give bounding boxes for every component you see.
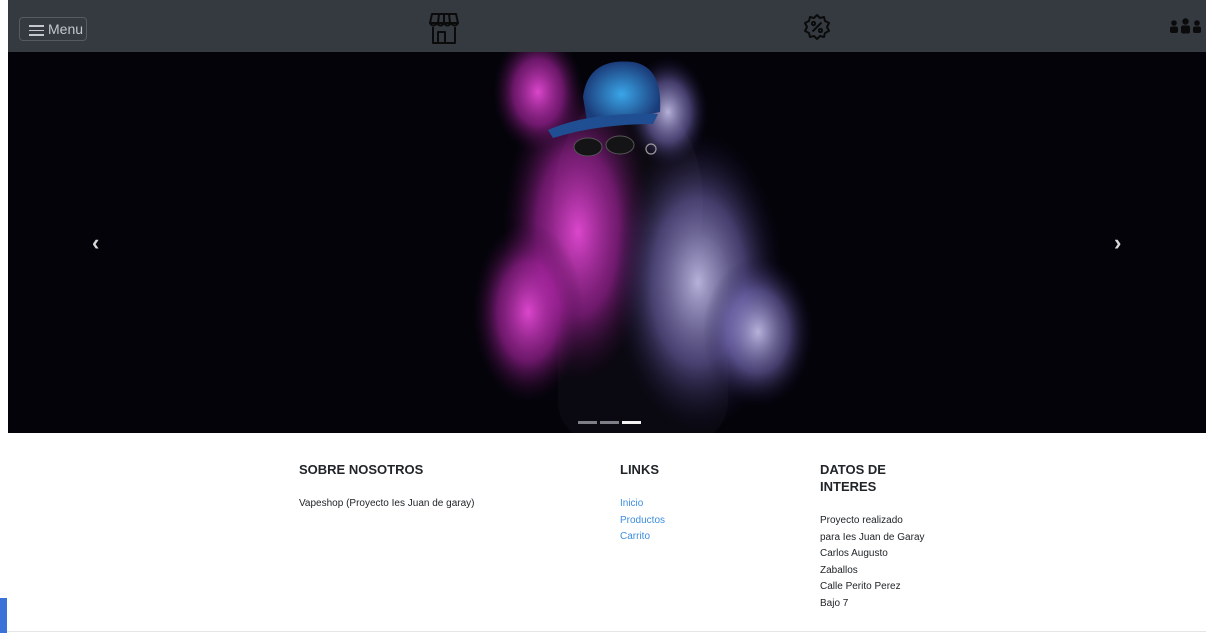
image-carousel: ‹ › (8, 52, 1206, 433)
footer-about-text: Vapeshop (Proyecto Ies Juan de garay) (299, 498, 475, 509)
footer-info-line: Calle Perito Perez (820, 581, 901, 592)
footer-info-title: DATOS DE INTERES (820, 462, 886, 494)
carousel-indicators (578, 411, 644, 429)
menu-button[interactable]: Menu (19, 17, 87, 41)
footer-link-productos[interactable]: Productos (620, 513, 665, 530)
footer-links-section: LINKS Inicio Productos Carrito (620, 461, 665, 546)
hamburger-icon (29, 22, 44, 39)
carousel-indicator-3[interactable] (622, 421, 641, 424)
carousel-prev-button[interactable]: ‹ (92, 230, 99, 256)
footer-info-line: Proyecto realizado (820, 515, 903, 526)
footer-links-title: LINKS (620, 462, 659, 477)
footer-about-section: SOBRE NOSOTROS Vapeshop (Proyecto Ies Ju… (299, 461, 474, 513)
footer-divider (0, 631, 1206, 632)
footer-info-line: para Ies Juan de Garay (820, 531, 925, 543)
users-icon[interactable] (1169, 18, 1202, 34)
carousel-indicator-2[interactable] (600, 421, 619, 424)
footer-info-line: Carlos Augusto (820, 548, 888, 559)
carousel-slide-image (473, 52, 813, 433)
carousel-indicator-1[interactable] (578, 421, 597, 424)
footer-info-section: DATOS DE INTERES Proyecto realizado para… (820, 461, 930, 612)
discount-icon[interactable] (803, 13, 831, 41)
top-navbar: Menu (8, 0, 1206, 52)
footer-link-inicio[interactable]: Inicio (620, 496, 665, 513)
footer-info-line: Bajo 7 (820, 597, 849, 609)
side-tab[interactable] (0, 598, 7, 633)
menu-button-label: Menu (48, 21, 84, 37)
carousel-next-button[interactable]: › (1114, 230, 1121, 256)
footer-info-lines: Proyecto realizado para Ies Juan de Gara… (820, 513, 930, 612)
footer-link-carrito[interactable]: Carrito (620, 529, 665, 546)
footer-about-title: SOBRE NOSOTROS (299, 462, 424, 477)
footer-info-line: Zaballos (820, 564, 858, 576)
store-icon[interactable] (428, 11, 460, 45)
footer-links-list: Inicio Productos Carrito (620, 496, 665, 546)
